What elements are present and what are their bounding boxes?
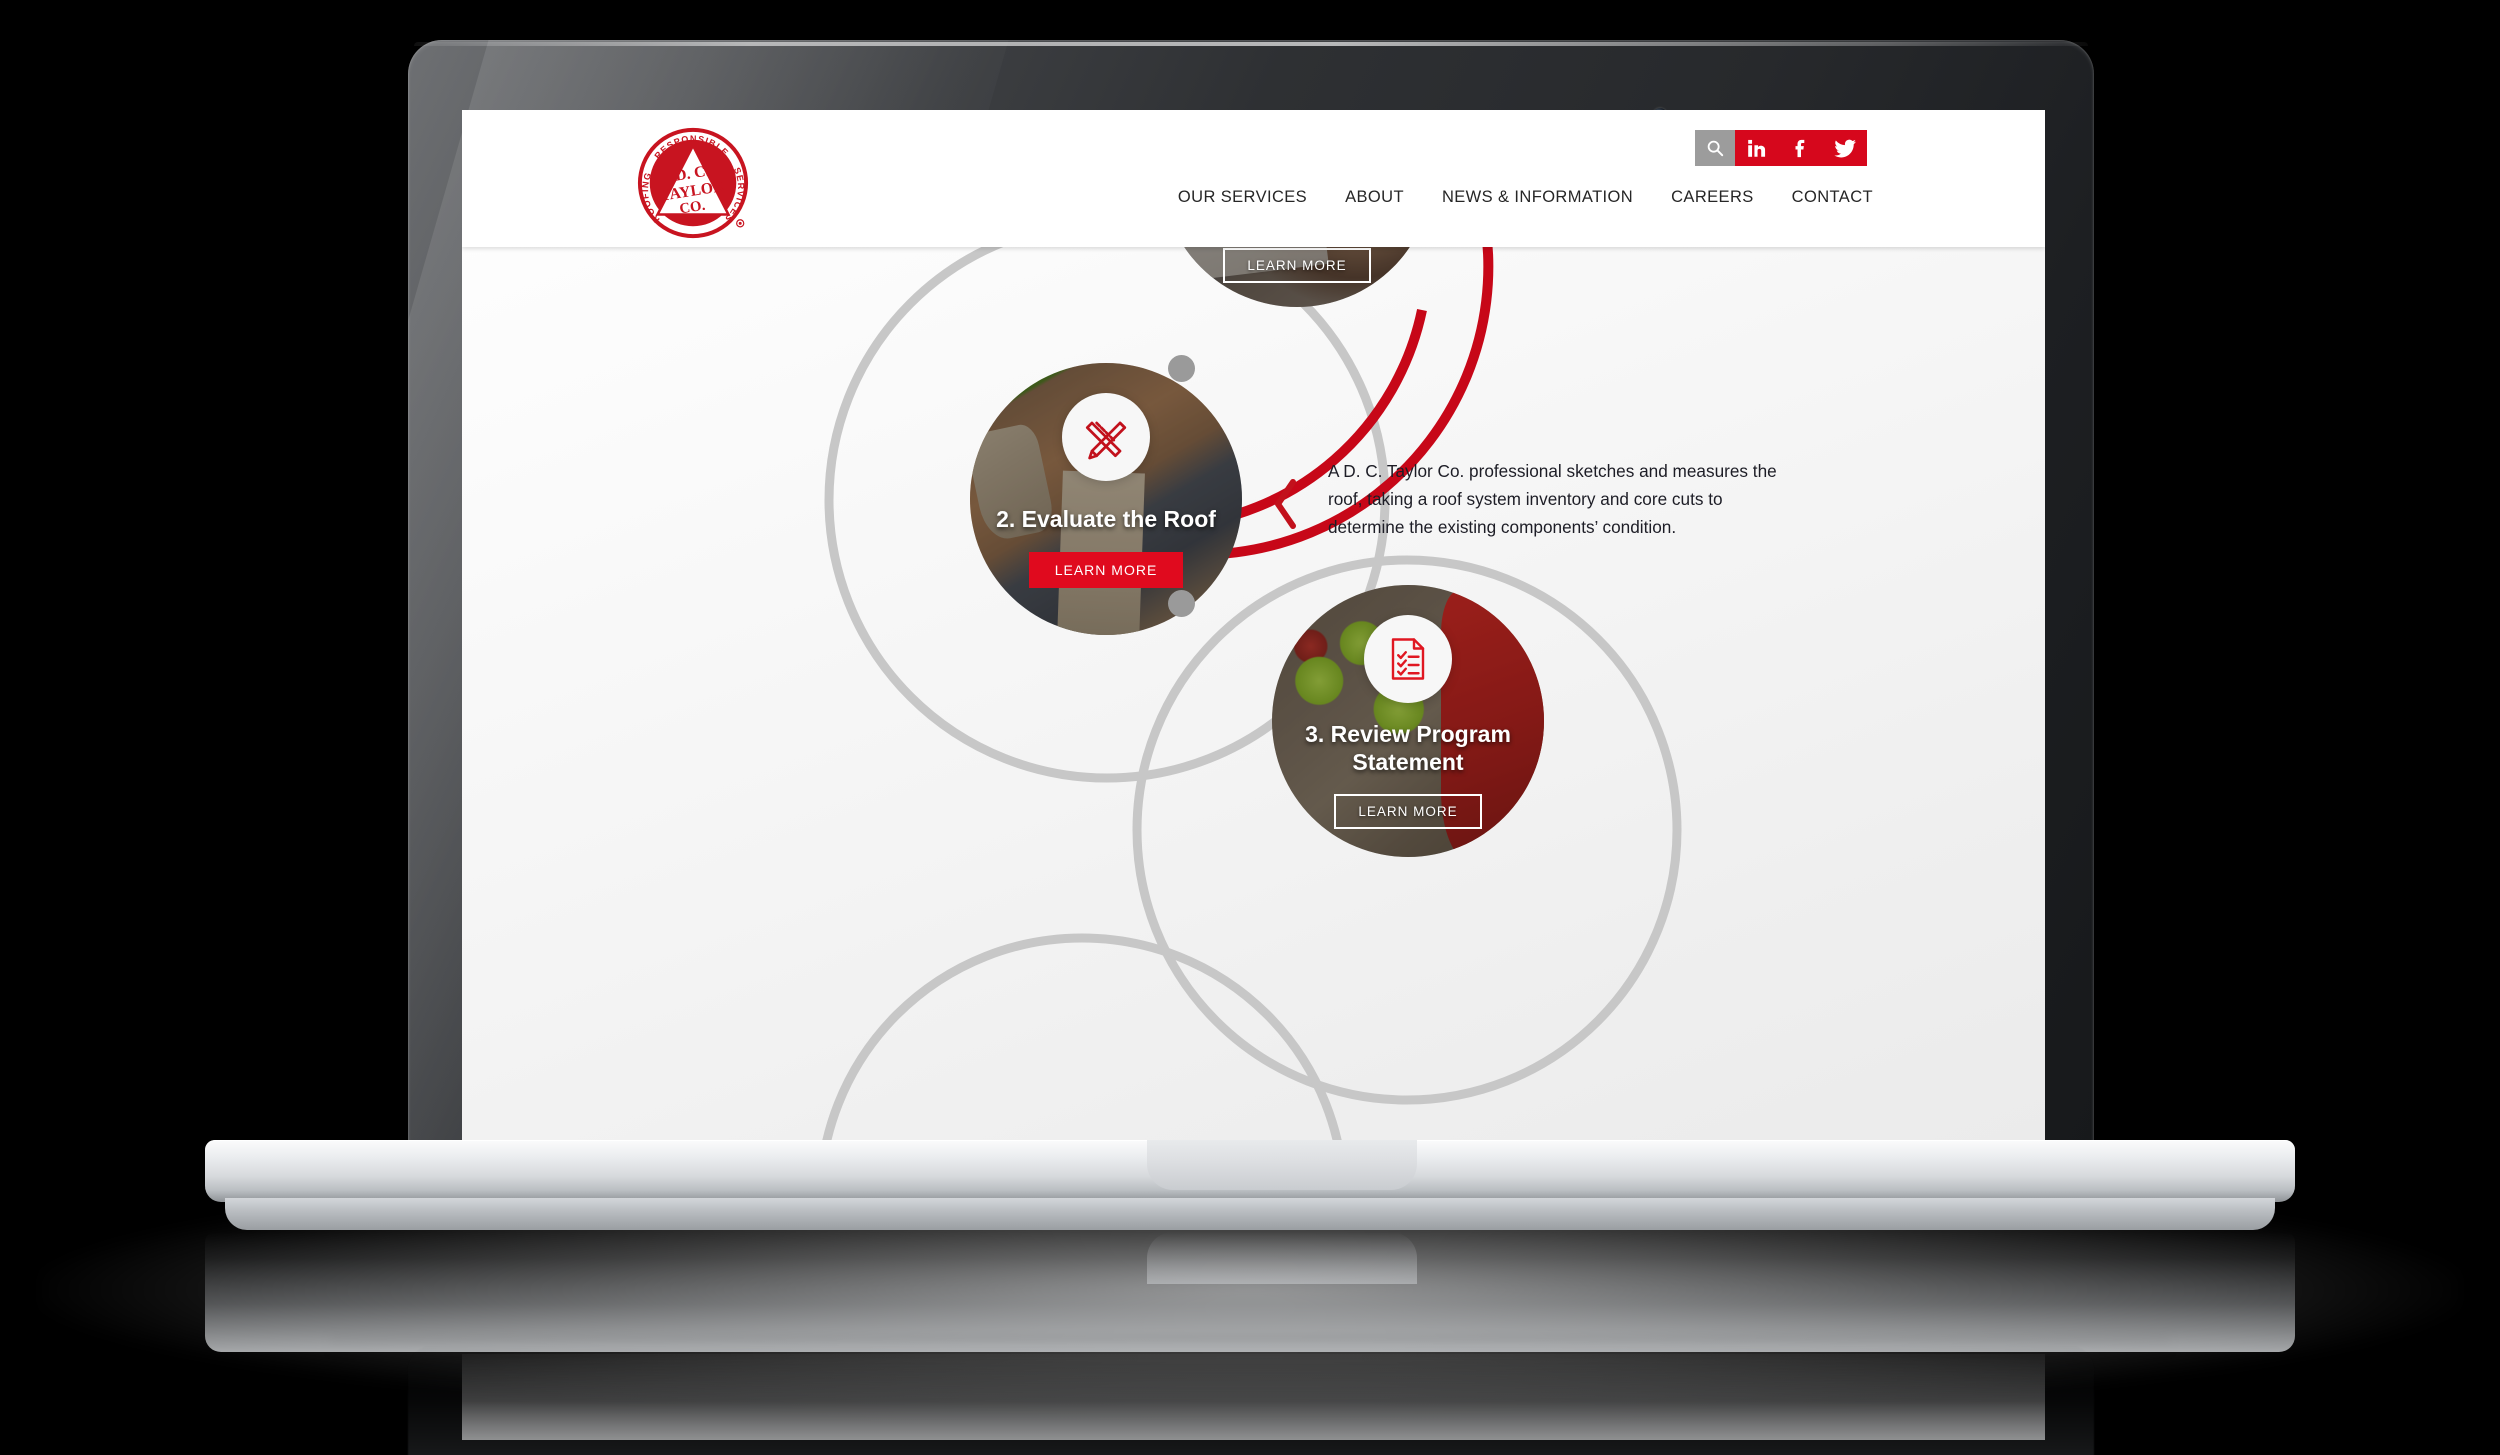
chevron-left-icon[interactable] xyxy=(1272,478,1298,530)
site-logo[interactable]: D. C. TAYLOR CO. RESPONSIBLE SERVICES RO… xyxy=(634,124,752,242)
linkedin-glyph xyxy=(1748,139,1766,157)
step-2-icon-badge xyxy=(1062,393,1150,481)
step-3-title: 3. Review Program Statement xyxy=(1305,721,1511,775)
webpage-viewport: 1. Information Gathering LEARN MORE 2. E… xyxy=(462,110,2045,1140)
facebook-glyph xyxy=(1795,139,1805,158)
base-front-lip xyxy=(225,1198,2275,1230)
nav-item-contact[interactable]: CONTACT xyxy=(1792,188,1873,207)
search-icon xyxy=(1707,140,1724,157)
step-description-text: A D. C. Taylor Co. professional sketches… xyxy=(1328,461,1777,537)
checklist-document-icon xyxy=(1391,638,1425,680)
laptop-base-assembly xyxy=(0,1140,2500,1455)
site-header: D. C. TAYLOR CO. RESPONSIBLE SERVICES RO… xyxy=(462,110,2045,247)
twitter-icon[interactable] xyxy=(1823,130,1867,166)
screenshot-stage: 1. Information Gathering LEARN MORE 2. E… xyxy=(0,0,2500,1455)
connector-dot-2-3 xyxy=(1168,590,1195,617)
utility-social-bar xyxy=(1695,130,1867,166)
search-button[interactable] xyxy=(1695,130,1735,166)
nav-item-careers[interactable]: CAREERS xyxy=(1671,188,1754,207)
step-1-learn-more-button[interactable]: LEARN MORE xyxy=(1223,247,1371,283)
lid-reflection xyxy=(408,1345,2094,1455)
lid-top-highlight xyxy=(414,42,2088,46)
nav-item-news-information[interactable]: NEWS & INFORMATION xyxy=(1442,188,1633,207)
step-2-title: 2. Evaluate the Roof xyxy=(996,506,1216,533)
connector-dot-1-2 xyxy=(1168,355,1195,382)
social-links-group xyxy=(1735,130,1867,166)
step-3-learn-more-button[interactable]: LEARN MORE xyxy=(1334,793,1482,829)
nav-item-our-services[interactable]: OUR SERVICES xyxy=(1178,188,1307,207)
base-trackpad-notch xyxy=(1147,1140,1417,1190)
laptop-screen: 1. Information Gathering LEARN MORE 2. E… xyxy=(462,110,2045,1140)
twitter-glyph xyxy=(1834,139,1856,158)
main-navigation: OUR SERVICES ABOUT NEWS & INFORMATION CA… xyxy=(1178,188,1873,207)
linkedin-icon[interactable] xyxy=(1735,130,1779,166)
step-description-block: A D. C. Taylor Co. professional sketches… xyxy=(1272,458,1794,542)
facebook-icon[interactable] xyxy=(1779,130,1823,166)
step-3-icon-badge xyxy=(1364,615,1452,703)
dc-taylor-co-logo-icon: D. C. TAYLOR CO. RESPONSIBLE SERVICES RO… xyxy=(637,127,749,239)
base-notch-reflection xyxy=(1147,1232,1417,1284)
ruler-pencil-icon xyxy=(1085,421,1127,460)
roofing-process-diagram: 1. Information Gathering LEARN MORE 2. E… xyxy=(462,110,2045,1140)
nav-item-about[interactable]: ABOUT xyxy=(1345,188,1404,207)
step-2-learn-more-button[interactable]: LEARN MORE xyxy=(1028,551,1184,588)
